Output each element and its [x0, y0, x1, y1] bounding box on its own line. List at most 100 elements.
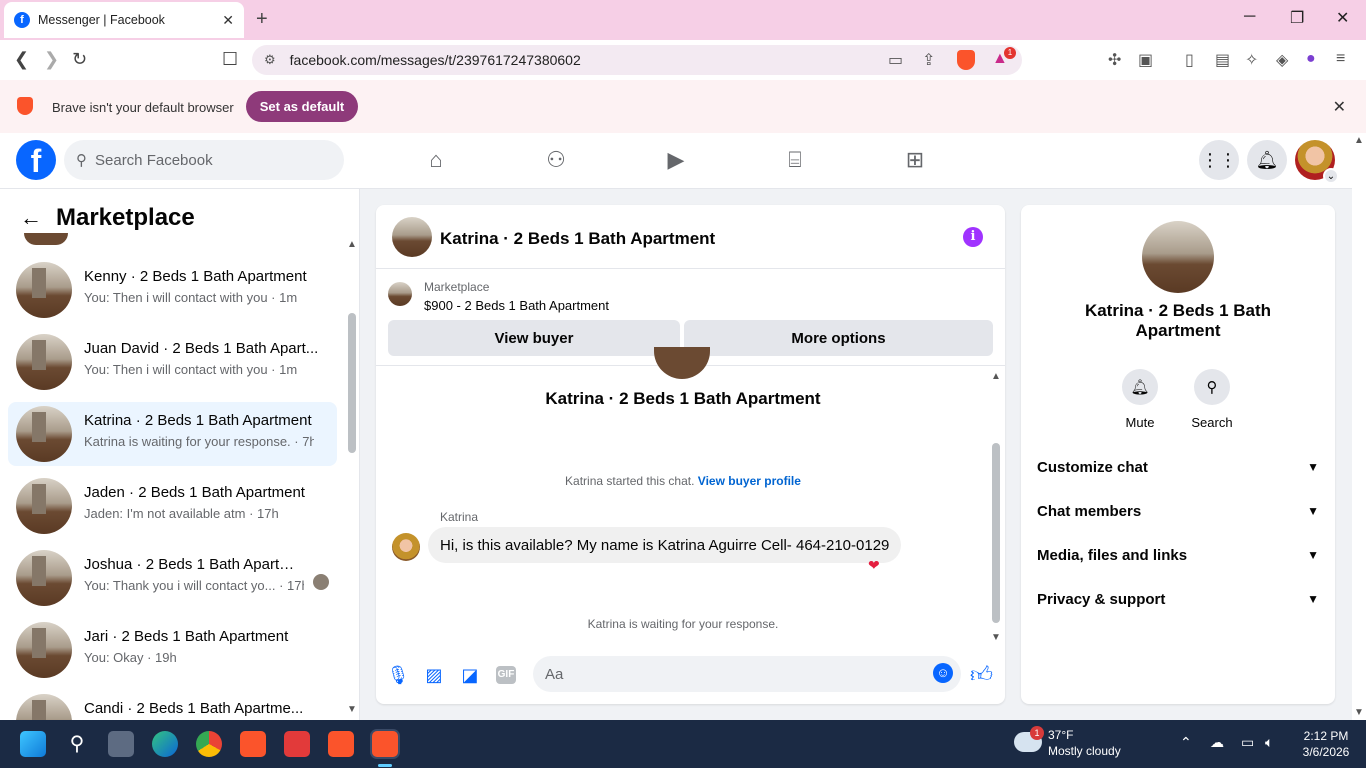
- conversation-item[interactable]: Jaden · 2 Beds 1 Bath Apartment Jaden: I…: [8, 474, 337, 538]
- account-chevron-down-icon[interactable]: ⌄: [1323, 168, 1339, 184]
- chrome-icon[interactable]: [196, 731, 222, 757]
- chevron-up-icon[interactable]: ⌃: [1180, 734, 1192, 751]
- vpn-icon[interactable]: ◈: [1276, 50, 1288, 70]
- browser-tab-bar: f Messenger | Facebook ✕ + ─ ❐ ✕: [0, 0, 1366, 40]
- conversation-item-active[interactable]: Katrina · 2 Beds 1 Bath Apartment Katrin…: [8, 402, 337, 466]
- notifications-icon[interactable]: 🔔︎: [1247, 140, 1287, 180]
- back-arrow-icon[interactable]: ←: [20, 205, 42, 231]
- conversation-item[interactable]: Jari · 2 Beds 1 Bath Apartment You: Okay…: [8, 618, 337, 682]
- sidebar-toggle-icon[interactable]: ▯: [1185, 50, 1194, 70]
- sidebar-scrollbar[interactable]: ▲ ▼: [346, 239, 357, 719]
- conversation-item[interactable]: Joshua · 2 Beds 1 Bath Apartm... You: Th…: [8, 546, 337, 610]
- sender-avatar[interactable]: [392, 533, 420, 561]
- scroll-up-icon[interactable]: ▲: [991, 371, 1001, 382]
- thumbs-up-icon[interactable]: 👍︎: [970, 661, 993, 688]
- site-settings-icon[interactable]: ⚙: [264, 52, 276, 68]
- set-as-default-button[interactable]: Set as default: [246, 91, 358, 122]
- brave-profile-icon[interactable]: [328, 731, 354, 757]
- sender-name: Katrina: [440, 510, 479, 524]
- gaming-icon[interactable]: ⊞: [901, 147, 929, 175]
- extensions-icon[interactable]: ✣: [1108, 50, 1121, 70]
- chat-avatar[interactable]: [392, 217, 432, 257]
- brave-shields-icon[interactable]: [957, 50, 975, 70]
- onedrive-icon[interactable]: ☁: [1210, 734, 1224, 751]
- scroll-down-icon[interactable]: ▼: [1354, 707, 1364, 718]
- windows-start-icon[interactable]: [20, 731, 46, 757]
- maximize-icon[interactable]: ❐: [1290, 8, 1304, 28]
- message-bubble[interactable]: Hi, is this available? My name is Katrin…: [428, 527, 902, 563]
- window-close-icon[interactable]: ✕: [1336, 8, 1349, 28]
- profile-icon[interactable]: ●: [1306, 50, 1316, 68]
- menu-grid-icon[interactable]: ⋮⋮: [1199, 140, 1239, 180]
- brave-icon[interactable]: [240, 731, 266, 757]
- network-icon[interactable]: ▭: [1241, 734, 1254, 751]
- more-options-button[interactable]: More options: [684, 320, 993, 356]
- search-conversation-button[interactable]: ⚲ Search: [1182, 369, 1242, 430]
- video-icon[interactable]: ▶: [662, 147, 690, 175]
- heart-reaction-icon[interactable]: ❤: [868, 557, 880, 574]
- marketplace-icon[interactable]: ⌸: [781, 147, 809, 175]
- section-label: Privacy & support: [1037, 590, 1166, 608]
- minimize-icon[interactable]: ─: [1244, 8, 1255, 26]
- conversation-preview: You: Thank you i will contact yo... · 17…: [84, 578, 304, 593]
- message-composer: 🎙︎ ▨ ◪ GIF Aa ☺ 👍︎: [376, 653, 1005, 697]
- volume-icon[interactable]: 🔈︎: [1265, 734, 1273, 751]
- task-view-icon[interactable]: [108, 731, 134, 757]
- back-icon[interactable]: ❮: [14, 49, 29, 70]
- home-icon[interactable]: ⌂: [422, 147, 450, 175]
- message-input[interactable]: Aa: [533, 656, 961, 692]
- scroll-down-icon[interactable]: ▼: [347, 704, 357, 715]
- emoji-icon[interactable]: ☺: [933, 663, 953, 683]
- edge-icon[interactable]: [152, 731, 178, 757]
- photo-icon[interactable]: ▨: [422, 663, 446, 687]
- conversation-item[interactable]: Kenny · 2 Beds 1 Bath Apartment You: The…: [8, 258, 337, 322]
- facebook-logo-icon[interactable]: f: [16, 140, 56, 180]
- chat-members-section[interactable]: Chat members ▼: [1021, 489, 1335, 533]
- scroll-up-icon[interactable]: ▲: [1354, 135, 1364, 146]
- listing-thumbnail: [388, 282, 412, 306]
- search-icon[interactable]: ⚲: [64, 731, 90, 757]
- microphone-icon[interactable]: 🎙︎: [386, 663, 410, 687]
- chat-title[interactable]: Katrina · 2 Beds 1 Bath Apartment: [440, 229, 715, 249]
- scrollbar-thumb[interactable]: [992, 443, 1000, 623]
- bookmark-icon[interactable]: ☐: [222, 49, 238, 70]
- browser-tab[interactable]: f Messenger | Facebook ✕: [4, 2, 244, 38]
- share-icon[interactable]: ⇪: [922, 50, 935, 70]
- gif-icon[interactable]: GIF: [496, 666, 516, 684]
- search-input[interactable]: ⚲ Search Facebook: [64, 140, 344, 180]
- app-icon[interactable]: [284, 731, 310, 757]
- customize-chat-section[interactable]: Customize chat ▼: [1021, 445, 1335, 489]
- mute-button[interactable]: 🔔︎ Mute: [1110, 369, 1170, 430]
- view-buyer-button[interactable]: View buyer: [388, 320, 680, 356]
- scroll-up-icon[interactable]: ▲: [347, 239, 357, 250]
- menu-icon[interactable]: ≡: [1336, 50, 1345, 68]
- leo-ai-icon[interactable]: ✧: [1245, 50, 1258, 70]
- view-buyer-profile-link[interactable]: View buyer profile: [698, 474, 801, 488]
- reload-icon[interactable]: ↻: [72, 49, 87, 70]
- wallet-icon[interactable]: ▤: [1215, 50, 1230, 70]
- page-scrollbar[interactable]: ▲ ▼: [1352, 133, 1366, 720]
- close-tab-icon[interactable]: ✕: [222, 12, 234, 29]
- chat-info-avatar: [1142, 221, 1214, 293]
- forward-icon[interactable]: ❯: [44, 49, 59, 70]
- chat-scrollbar[interactable]: ▲ ▼: [991, 371, 1001, 643]
- reader-icon[interactable]: ▣: [1138, 50, 1153, 70]
- chevron-down-icon: ▼: [1307, 548, 1319, 562]
- cast-icon[interactable]: ▭: [888, 50, 903, 70]
- new-tab-icon[interactable]: +: [256, 8, 268, 31]
- account-avatar[interactable]: ⌄: [1295, 140, 1339, 184]
- scrollbar-thumb[interactable]: [348, 313, 356, 453]
- address-bar[interactable]: ⚙ facebook.com/messages/t/23976172473806…: [252, 45, 1022, 75]
- message-list: Katrina · 2 Beds 1 Bath Apartment Katrin…: [376, 347, 1005, 647]
- conversation-item[interactable]: Juan David · 2 Beds 1 Bath Apart... You:…: [8, 330, 337, 394]
- friends-icon[interactable]: ⚇: [542, 147, 570, 175]
- scroll-down-icon[interactable]: ▼: [991, 632, 1001, 643]
- sticker-icon[interactable]: ◪: [458, 663, 482, 687]
- info-icon[interactable]: i: [963, 227, 983, 247]
- system-clock[interactable]: 2:12 PM 3/6/2026: [1296, 728, 1356, 760]
- conversation-item[interactable]: Candi · 2 Beds 1 Bath Apartme...: [8, 690, 337, 720]
- privacy-support-section[interactable]: Privacy & support ▼: [1021, 577, 1335, 621]
- brave-active-icon[interactable]: [372, 731, 398, 757]
- media-files-section[interactable]: Media, files and links ▼: [1021, 533, 1335, 577]
- close-banner-icon[interactable]: ✕: [1333, 97, 1346, 117]
